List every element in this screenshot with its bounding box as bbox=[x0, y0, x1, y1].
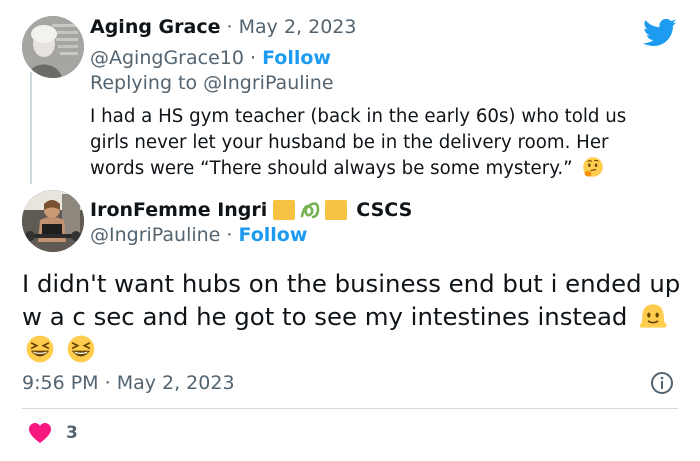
parent-handle-line: @AgingGrace10 · Follow bbox=[90, 45, 331, 71]
tweet-date[interactable]: May 2, 2023 bbox=[239, 16, 357, 38]
author-handle[interactable]: @AgingGrace10 bbox=[90, 47, 244, 69]
divider bbox=[22, 408, 678, 409]
author-handle[interactable]: @IngriPauline bbox=[90, 224, 220, 246]
thinking-face-icon bbox=[583, 157, 604, 177]
grinning-squinting-face-icon bbox=[26, 335, 54, 363]
separator: · bbox=[98, 372, 117, 394]
main-handle-line: @IngriPauline · Follow bbox=[90, 222, 307, 248]
avatar[interactable] bbox=[22, 190, 84, 252]
green-squiggle-icon bbox=[298, 200, 323, 220]
tweet-text: I didn't want hubs on the business end b… bbox=[22, 269, 681, 331]
parent-tweet-text: I had a HS gym teacher (back in the earl… bbox=[90, 104, 650, 182]
replying-handle[interactable]: @IngriPauline bbox=[203, 72, 333, 94]
like-count: 3 bbox=[66, 423, 78, 443]
follow-button[interactable]: Follow bbox=[262, 47, 331, 69]
tweet-text: I had a HS gym teacher (back in the earl… bbox=[90, 106, 627, 179]
name-suffix: CSCS bbox=[356, 199, 413, 221]
tweet-date: May 2, 2023 bbox=[116, 372, 235, 394]
avatar[interactable] bbox=[22, 16, 84, 78]
author-name[interactable]: IronFemme Ingri bbox=[90, 197, 267, 223]
separator: · bbox=[220, 224, 239, 246]
tweet-timestamp[interactable]: 9:56 PM · May 2, 2023 bbox=[22, 370, 235, 396]
tweet-time: 9:56 PM bbox=[22, 372, 99, 394]
like-button[interactable]: 3 bbox=[28, 422, 78, 444]
yellow-square-icon bbox=[273, 200, 296, 220]
heart-icon[interactable] bbox=[28, 422, 52, 444]
main-tweet-text: I didn't want hubs on the business end b… bbox=[22, 267, 682, 366]
grinning-squinting-face-icon bbox=[67, 335, 95, 363]
separator: · bbox=[243, 47, 263, 69]
yellow-square-icon bbox=[325, 200, 348, 220]
thread-connector bbox=[30, 72, 32, 184]
twitter-bird-icon[interactable] bbox=[643, 18, 677, 48]
separator: · bbox=[220, 16, 239, 38]
melting-face-icon bbox=[639, 304, 667, 328]
author-name[interactable]: Aging Grace bbox=[90, 16, 221, 38]
replying-prefix: Replying to bbox=[90, 72, 204, 94]
follow-button[interactable]: Follow bbox=[239, 224, 308, 246]
info-icon[interactable] bbox=[650, 371, 674, 395]
main-author-line: IronFemme Ingri CSCS bbox=[90, 197, 412, 223]
parent-author-line: Aging Grace · May 2, 2023 bbox=[90, 14, 356, 40]
replying-to: Replying to @IngriPauline bbox=[90, 70, 334, 96]
